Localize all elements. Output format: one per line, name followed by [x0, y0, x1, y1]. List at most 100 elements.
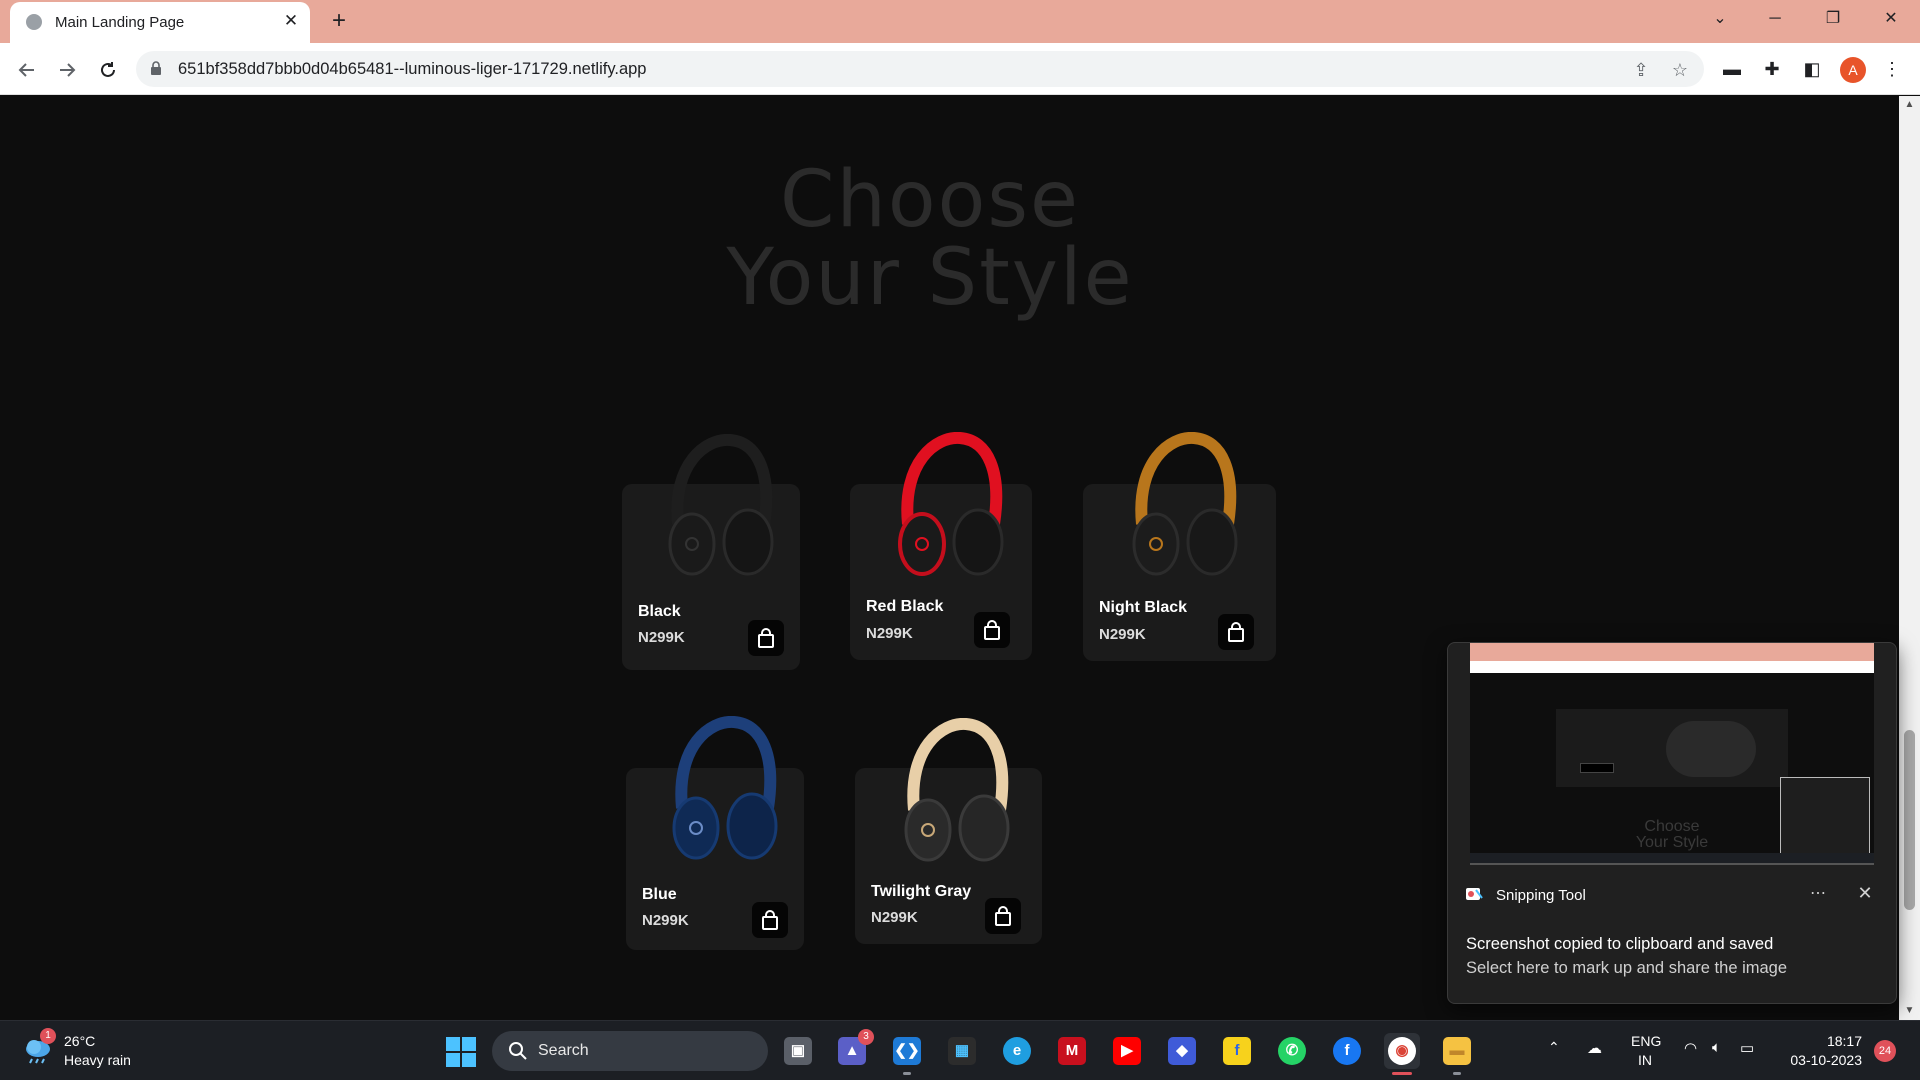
lock-icon[interactable]	[150, 61, 162, 75]
store-icon: ▦	[948, 1037, 976, 1065]
taskbar-search-box[interactable]: Search	[492, 1031, 768, 1071]
product-name: Blue	[642, 886, 677, 903]
teams-chat-button[interactable]: ▲ 3	[834, 1029, 874, 1069]
scroll-down-arrow-icon[interactable]: ▼	[1899, 1002, 1920, 1020]
microsoft-store-button[interactable]: ▦	[944, 1033, 980, 1069]
address-bar[interactable]: 651bf358dd7bbb0d04b65481--luminous-liger…	[136, 51, 1704, 87]
extensions-puzzle-icon[interactable]: ✚	[1760, 57, 1784, 81]
windows-logo-icon	[446, 1037, 460, 1051]
edge-icon: e	[1003, 1037, 1031, 1065]
input-language[interactable]: ENG	[1631, 1033, 1661, 1049]
bookmark-star-icon[interactable]: ☆	[1669, 59, 1691, 81]
vscode-running-indicator	[903, 1072, 911, 1075]
reload-icon	[101, 62, 115, 77]
prime-video-button[interactable]: ◆	[1164, 1033, 1200, 1069]
onedrive-error-icon[interactable]: ☁	[1587, 1039, 1602, 1057]
shopping-bag-icon	[758, 628, 774, 648]
whatsapp-button[interactable]: ✆	[1274, 1033, 1310, 1069]
flipkart-button[interactable]: f	[1219, 1033, 1255, 1069]
input-region[interactable]: IN	[1638, 1052, 1652, 1068]
facebook-icon: f	[1333, 1037, 1361, 1065]
youtube-button[interactable]: ▶	[1109, 1033, 1145, 1069]
product-price: N299K	[871, 909, 918, 926]
shopping-bag-icon	[1228, 622, 1244, 642]
prime-video-icon: ◆	[1168, 1037, 1196, 1065]
tab-close-icon[interactable]: ✕	[280, 10, 302, 32]
volume-icon[interactable]: 🔈︎	[1712, 1039, 1721, 1056]
cast-icon[interactable]: ▬	[1720, 57, 1744, 81]
hero-line-1: Choose	[780, 155, 1080, 245]
hero-title: Choose Your Style	[600, 161, 1260, 317]
profile-avatar[interactable]: A	[1840, 57, 1866, 83]
chrome-active-indicator	[1392, 1072, 1412, 1075]
notification-close-icon[interactable]: ✕	[1854, 883, 1876, 904]
battery-icon[interactable]: ▭	[1740, 1039, 1754, 1057]
window-close-button[interactable]: ✕	[1868, 0, 1914, 40]
file-explorer-button[interactable]: ▬	[1439, 1033, 1475, 1069]
restore-button[interactable]: ❐	[1810, 0, 1856, 40]
page-scrollbar[interactable]: ▲ ▼	[1899, 96, 1920, 1020]
more-options-icon[interactable]: ⋯	[1806, 883, 1830, 903]
headphones-blue-image	[672, 716, 778, 860]
facebook-button[interactable]: f	[1329, 1033, 1365, 1069]
product-price: N299K	[866, 625, 913, 642]
notification-body: Select here to mark up and share the ima…	[1466, 959, 1788, 977]
chrome-icon: ◉	[1388, 1037, 1416, 1065]
notification-app-name: Snipping Tool	[1496, 887, 1586, 904]
back-button[interactable]	[12, 55, 42, 85]
share-icon[interactable]: ⇪	[1630, 59, 1652, 81]
forward-button[interactable]	[52, 55, 82, 85]
whatsapp-icon: ✆	[1278, 1037, 1306, 1065]
windows-start-button[interactable]	[446, 1037, 476, 1067]
menu-kebab-icon[interactable]: ⋮	[1880, 57, 1904, 81]
tab-search-chevron-icon[interactable]: ⌄	[1697, 0, 1743, 40]
hero-line-2: Your Style	[726, 233, 1134, 323]
wifi-icon[interactable]: ◠	[1684, 1039, 1697, 1057]
url-text[interactable]: 651bf358dd7bbb0d04b65481--luminous-liger…	[178, 60, 646, 79]
minimize-button[interactable]: ─	[1752, 0, 1798, 40]
headphones-night-black-image	[1132, 432, 1238, 576]
scrollbar-thumb[interactable]	[1904, 730, 1915, 910]
add-to-cart-button[interactable]	[985, 898, 1021, 934]
clock-time[interactable]: 18:17	[1792, 1033, 1862, 1049]
product-price: N299K	[638, 629, 685, 646]
snipping-tool-notification[interactable]: Choose Your Style Snipping Tool ⋯ ✕ Scre…	[1447, 642, 1897, 1004]
product-price: N299K	[1099, 626, 1146, 643]
add-to-cart-button[interactable]	[748, 620, 784, 656]
teams-badge: 3	[858, 1029, 874, 1045]
add-to-cart-button[interactable]	[974, 612, 1010, 648]
add-to-cart-button[interactable]	[752, 902, 788, 938]
task-view-button[interactable]: ▣	[780, 1033, 816, 1069]
vscode-button[interactable]: ❮❯	[889, 1033, 925, 1069]
product-name: Black	[638, 603, 681, 620]
mcafee-shield-icon: M	[1058, 1037, 1086, 1065]
new-tab-button[interactable]: +	[325, 7, 353, 35]
mcafee-button[interactable]: M	[1054, 1033, 1090, 1069]
reload-button[interactable]	[93, 55, 123, 85]
tab-title: Main Landing Page	[55, 14, 185, 31]
arrow-left-icon	[18, 63, 34, 77]
explorer-running-indicator	[1453, 1072, 1461, 1075]
notification-count-badge[interactable]: 24	[1874, 1040, 1896, 1062]
edge-beta-button[interactable]: e	[999, 1033, 1035, 1069]
weather-temperature[interactable]: 26°C	[64, 1033, 95, 1049]
product-name: Twilight Gray	[871, 883, 972, 900]
clock-date[interactable]: 03-10-2023	[1776, 1052, 1862, 1068]
vscode-icon: ❮❯	[893, 1037, 921, 1065]
browser-tab-active[interactable]: Main Landing Page ✕	[10, 2, 310, 43]
weather-condition[interactable]: Heavy rain	[64, 1052, 131, 1068]
screenshot-preview[interactable]: Choose Your Style	[1470, 643, 1874, 865]
shopping-bag-icon	[762, 910, 778, 930]
windows-logo-pane	[462, 1037, 476, 1051]
product-name: Night Black	[1099, 599, 1188, 616]
scroll-up-arrow-icon[interactable]: ▲	[1899, 96, 1920, 114]
arrow-right-icon	[60, 63, 76, 77]
tab-favicon-icon	[26, 14, 42, 30]
add-to-cart-button[interactable]	[1218, 614, 1254, 650]
show-hidden-icons-chevron-icon[interactable]: ⌃	[1548, 1039, 1560, 1056]
shopping-bag-icon	[995, 906, 1011, 926]
side-panel-icon[interactable]: ◧	[1800, 57, 1824, 81]
search-label: Search	[538, 1042, 589, 1059]
notification-title: Screenshot copied to clipboard and saved	[1466, 935, 1774, 953]
chrome-button[interactable]: ◉	[1384, 1033, 1420, 1069]
